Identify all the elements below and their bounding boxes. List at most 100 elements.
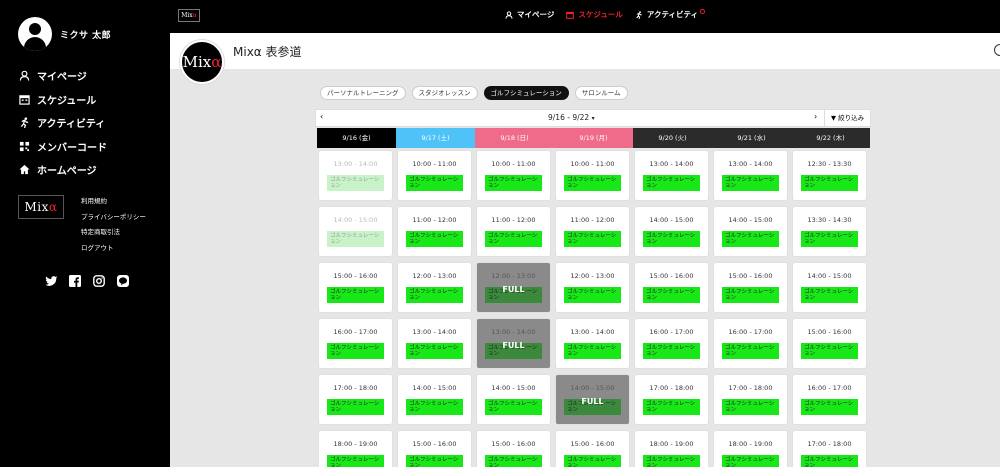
slot-card[interactable]: 11:00 - 12:00 ゴルフシミュレーション xyxy=(556,207,629,256)
slot-card[interactable]: 16:00 - 17:00 ゴルフシミュレーション xyxy=(319,319,392,368)
sidebar-item-activity[interactable]: アクティビティ xyxy=(18,111,107,135)
link-logout[interactable]: ログアウト xyxy=(81,241,146,257)
slot-card[interactable]: 11:00 - 12:00 ゴルフシミュレーション xyxy=(477,207,550,256)
prev-week-button[interactable]: ‹ xyxy=(320,112,323,121)
slot-time: 12:30 - 13:30 xyxy=(807,160,852,168)
slot-card[interactable]: 16:00 - 17:00 ゴルフシミュレーション xyxy=(635,319,708,368)
slot-program-label: ゴルフシミュレーション xyxy=(327,287,384,303)
slot-card[interactable]: 15:00 - 16:00 ゴルフシミュレーション xyxy=(398,431,471,467)
schedule-row: 15:00 - 16:00 ゴルフシミュレーション 12:00 - 13:00 ゴルフ… xyxy=(317,263,870,312)
slot-card[interactable]: 13:30 - 14:30 ゴルフシミュレーション xyxy=(793,207,866,256)
tab-personal-training[interactable]: パーソナルトレーニング xyxy=(320,86,406,100)
top-nav: マイページ スケジュール アクティビティ xyxy=(505,9,706,20)
slot-card[interactable]: 15:00 - 16:00 ゴルフシミュレーション xyxy=(714,263,787,312)
slot-program-label: ゴルフシミュレーション xyxy=(643,455,700,467)
slot-card[interactable]: 15:00 - 16:00 ゴルフシミュレーション xyxy=(793,319,866,368)
user-name: ミクサ 太郎 xyxy=(60,30,112,41)
slot-card[interactable]: 12:30 - 13:30 ゴルフシミュレーション xyxy=(793,151,866,200)
slot-program-label: ゴルフシミュレーション xyxy=(643,175,700,191)
slot-card[interactable]: 10:00 - 11:00 ゴルフシミュレーション xyxy=(398,151,471,200)
slot-card[interactable]: 15:00 - 16:00 ゴルフシミュレーション xyxy=(556,431,629,467)
slot-card[interactable]: 18:00 - 19:00 ゴルフシミュレーション xyxy=(319,431,392,467)
slot-card[interactable]: 13:00 - 14:00 ゴルフシミュレーション xyxy=(635,151,708,200)
week-range-select[interactable]: 9/16 - 9/22 ▾ xyxy=(548,113,595,122)
slot-card[interactable]: 18:00 - 19:00 ゴルフシミュレーション xyxy=(635,431,708,467)
top-logo[interactable]: Mix α xyxy=(178,9,200,22)
slot-program-label: ゴルフシミュレーション xyxy=(485,399,542,415)
slot-program-label: ゴルフシミュレーション xyxy=(722,399,779,415)
info-icon[interactable] xyxy=(994,44,1000,56)
slot-time: 14:00 - 15:00 xyxy=(491,384,536,392)
slot-time: 18:00 - 19:00 xyxy=(728,440,773,448)
link-privacy[interactable]: プライバシーポリシー xyxy=(81,210,146,226)
twitter-icon[interactable] xyxy=(44,274,58,288)
brand-logo[interactable]: Mix α xyxy=(18,195,64,219)
slot-card[interactable]: 16:00 - 17:00 ゴルフシミュレーション xyxy=(714,319,787,368)
instagram-icon[interactable] xyxy=(92,274,106,288)
slot-card[interactable]: 14:00 - 15:00 ゴルフシミュレーション xyxy=(714,207,787,256)
slot-card[interactable]: 13:00 - 14:00 ゴルフシミュレーション xyxy=(714,151,787,200)
slot-card[interactable]: 14:00 - 15:00 ゴルフシミュレーション xyxy=(635,207,708,256)
slot-card[interactable]: 12:00 - 13:00 ゴルフシミュレーション xyxy=(398,263,471,312)
slot-time: 17:00 - 18:00 xyxy=(807,440,852,448)
slot-time: 15:00 - 16:00 xyxy=(333,272,378,280)
slot-time: 12:00 - 13:00 xyxy=(412,272,457,280)
slot-program-label: ゴルフシミュレーション xyxy=(406,175,463,191)
slot-card[interactable]: 12:00 - 13:00 ゴルフシミュレーション xyxy=(556,263,629,312)
slot-card[interactable]: 17:00 - 18:00 ゴルフシミュレーション xyxy=(714,375,787,424)
top-nav-mypage[interactable]: マイページ xyxy=(505,9,554,20)
sidebar-item-homepage[interactable]: ホームページ xyxy=(18,158,107,182)
user-profile[interactable]: ミクサ 太郎 xyxy=(18,17,111,51)
slot-program-label: ゴルフシミュレーション xyxy=(564,455,621,467)
social-links xyxy=(44,274,130,288)
slot-card[interactable]: 15:00 - 16:00 ゴルフシミュレーション xyxy=(319,263,392,312)
day-header: 9/21 (水) xyxy=(712,128,791,148)
slot-card[interactable]: 14:00 - 15:00 ゴルフシミュレーション xyxy=(398,375,471,424)
tab-salon-room[interactable]: サロンルーム xyxy=(574,86,628,100)
slot-card[interactable]: 16:00 - 17:00 ゴルフシミュレーション xyxy=(793,375,866,424)
slot-card[interactable]: 13:00 - 14:00 ゴルフシミュレーション xyxy=(398,319,471,368)
slot-card[interactable]: 14:00 - 15:00 ゴルフシミュレーション xyxy=(477,375,550,424)
slot-card[interactable]: 13:00 - 14:00 ゴルフシミュレーション xyxy=(556,319,629,368)
slot-time: 14:00 - 15:00 xyxy=(807,272,852,280)
calendar-icon xyxy=(566,11,575,19)
slot-card[interactable]: 14:00 - 15:00 ゴルフシミュレーション xyxy=(793,263,866,312)
tab-golf-simulation[interactable]: ゴルフシミュレーション xyxy=(483,86,569,100)
slot-time: 11:00 - 12:00 xyxy=(570,216,615,224)
sidebar-item-mypage[interactable]: マイページ xyxy=(18,64,107,88)
slot-card[interactable]: 10:00 - 11:00 ゴルフシミュレーション xyxy=(556,151,629,200)
slot-card[interactable]: 17:00 - 18:00 ゴルフシミュレーション xyxy=(635,375,708,424)
slot-card[interactable]: 17:00 - 18:00 ゴルフシミュレーション xyxy=(793,431,866,467)
link-commerce-law[interactable]: 特定商取引法 xyxy=(81,225,146,241)
chevron-down-icon: ▾ xyxy=(591,115,595,122)
slot-card[interactable]: 11:00 - 12:00 ゴルフシミュレーション xyxy=(398,207,471,256)
slot-card[interactable]: 18:00 - 19:00 ゴルフシミュレーション xyxy=(714,431,787,467)
sidebar-item-member-code[interactable]: メンバーコード xyxy=(18,135,107,159)
slot-time: 13:30 - 14:30 xyxy=(807,216,852,224)
tab-studio-lesson[interactable]: スタジオレッスン xyxy=(411,86,478,100)
slot-program-label: ゴルフシミュレーション xyxy=(485,175,542,191)
line-icon[interactable] xyxy=(116,274,130,288)
slot-time: 17:00 - 18:00 xyxy=(333,384,378,392)
sidebar-item-schedule[interactable]: スケジュール xyxy=(18,88,107,112)
full-badge: FULL xyxy=(502,285,525,294)
slot-card-full: 12:00 - 13:00 ゴルフシミュレーション FULL xyxy=(477,263,550,312)
filter-button[interactable]: ▼ 絞り込み xyxy=(824,110,871,126)
slot-time: 17:00 - 18:00 xyxy=(728,384,773,392)
full-badge: FULL xyxy=(581,397,604,406)
top-nav-activity[interactable]: アクティビティ xyxy=(635,9,706,20)
store-header: Mix α Mixα 表参道 xyxy=(170,33,1000,84)
slot-card[interactable]: 17:00 - 18:00 ゴルフシミュレーション xyxy=(319,375,392,424)
facebook-icon[interactable] xyxy=(68,274,82,288)
slot-time: 10:00 - 11:00 xyxy=(412,160,457,168)
sidebar-item-label: アクティビティ xyxy=(37,119,106,131)
slot-card[interactable]: 10:00 - 11:00 ゴルフシミュレーション xyxy=(477,151,550,200)
day-header: 9/18 (日) xyxy=(475,128,554,148)
link-terms[interactable]: 利用規約 xyxy=(81,194,146,210)
day-header: 9/16 (金) xyxy=(317,128,396,148)
slot-card[interactable]: 15:00 - 16:00 ゴルフシミュレーション xyxy=(477,431,550,467)
next-week-button[interactable]: › xyxy=(814,112,817,121)
top-nav-schedule[interactable]: スケジュール xyxy=(566,9,623,20)
slot-card[interactable]: 15:00 - 16:00 ゴルフシミュレーション xyxy=(635,263,708,312)
schedule-content: パーソナルトレーニング スタジオレッスン ゴルフシミュレーション サロンルーム … xyxy=(170,69,1000,467)
